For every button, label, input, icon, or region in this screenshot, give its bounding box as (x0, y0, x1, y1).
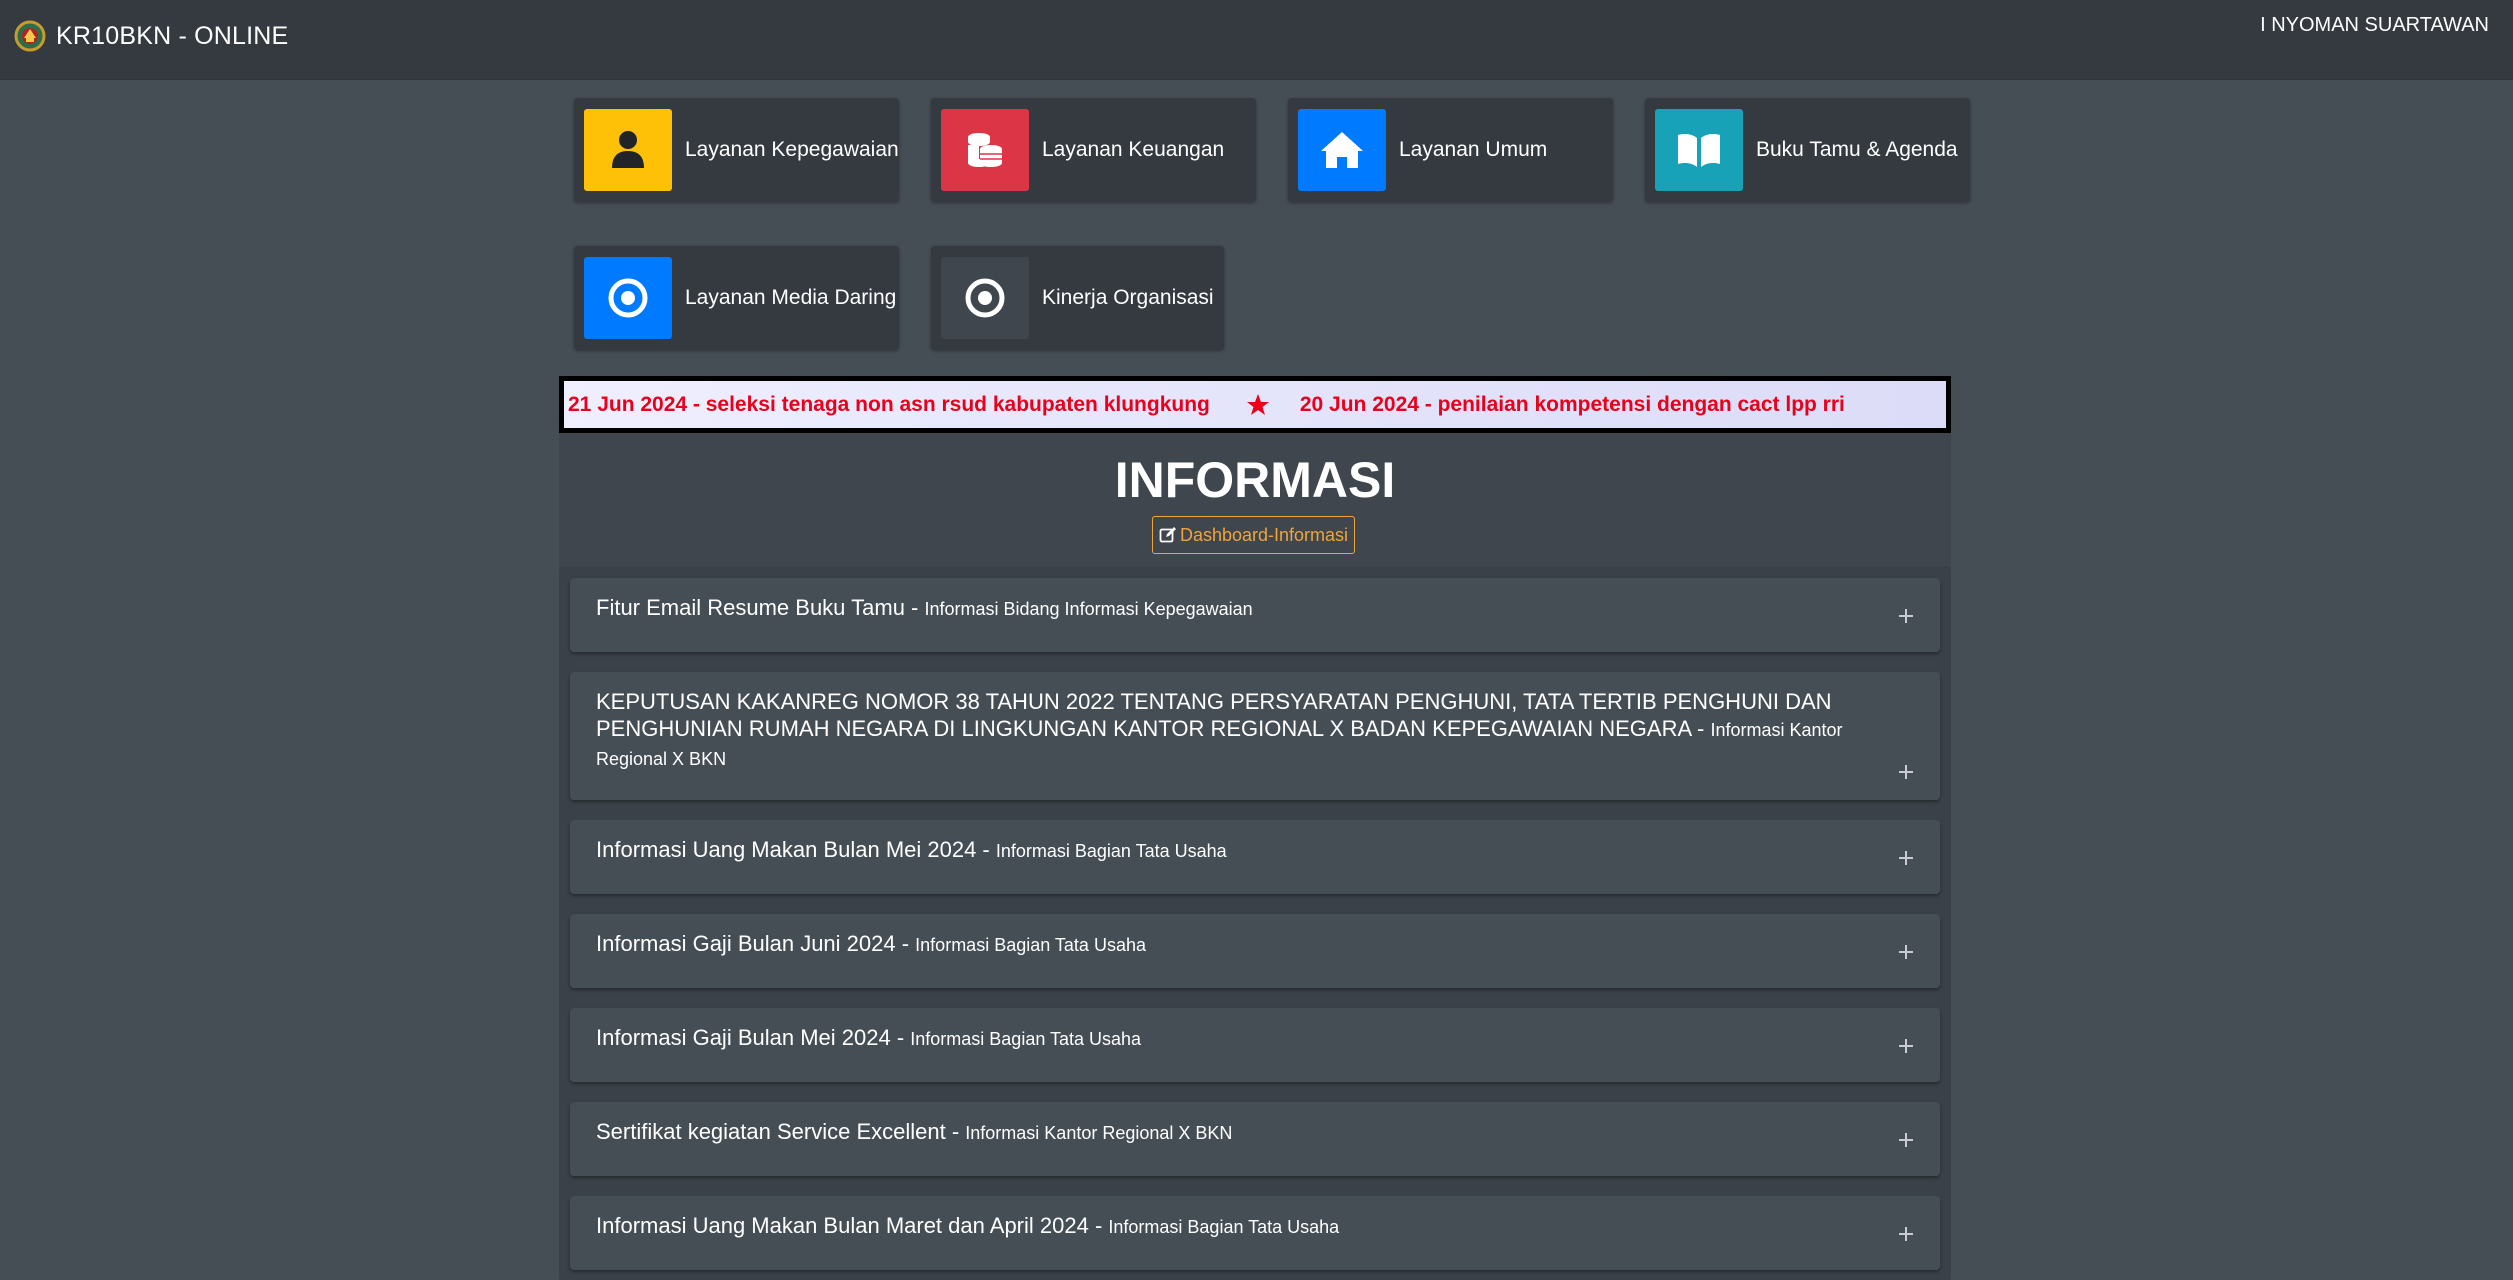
home-icon (1298, 109, 1386, 191)
plus-icon[interactable] (1898, 764, 1914, 780)
accordion-source: Informasi Bagian Tata Usaha (995, 841, 1227, 861)
ticker-item[interactable]: 21 Jun 2024 - seleksi tenaga non asn rsu… (568, 393, 1210, 417)
plus-icon[interactable] (1898, 608, 1914, 624)
section-title: INFORMASI (1114, 452, 1396, 508)
accordion-source: Informasi Bagian Tata Usaha (1108, 1217, 1340, 1237)
tile-label: Kinerja Organisasi (1042, 286, 1214, 309)
user-icon (584, 109, 672, 191)
accordion-title: Informasi Gaji Bulan Mei 2024 - Informas… (596, 1024, 1856, 1053)
dot-circle-icon (584, 257, 672, 339)
accordion-item[interactable]: Informasi Uang Makan Bulan Maret dan Apr… (570, 1196, 1940, 1270)
tile-layanan-kepegawaian[interactable]: Layanan Kepegawaian (574, 98, 899, 202)
brand-link[interactable]: KR10BKN - ONLINE (14, 20, 288, 52)
accordion-title: KEPUTUSAN KAKANREG NOMOR 38 TAHUN 2022 T… (596, 688, 1856, 773)
accordion-item[interactable]: Informasi Gaji Bulan Juni 2024 - Informa… (570, 914, 1940, 988)
star-icon (1246, 393, 1270, 417)
accordion-item[interactable]: KEPUTUSAN KAKANREG NOMOR 38 TAHUN 2022 T… (570, 672, 1940, 800)
tile-layanan-media-daring[interactable]: Layanan Media Daring (574, 246, 899, 350)
dot-circle-icon (941, 257, 1029, 339)
user-menu[interactable]: I NYOMAN SUARTAWAN (2260, 14, 2489, 37)
tile-kinerja-organisasi[interactable]: Kinerja Organisasi (931, 246, 1224, 350)
tile-label: Layanan Keuangan (1042, 138, 1225, 161)
accordion-title: Informasi Uang Makan Bulan Maret dan Apr… (596, 1212, 1856, 1241)
informasi-accordion: Fitur Email Resume Buku Tamu - Informasi… (559, 566, 1951, 1280)
tile-buku-tamu-agenda[interactable]: Buku Tamu & Agenda (1645, 98, 1970, 202)
accordion-item[interactable]: Informasi Uang Makan Bulan Mei 2024 - In… (570, 820, 1940, 894)
news-ticker: 21 Jun 2024 - seleksi tenaga non asn rsu… (559, 376, 1951, 433)
accordion-source: Informasi Bidang Informasi Kepegawaian (924, 599, 1253, 619)
ticker-track: 21 Jun 2024 - seleksi tenaga non asn rsu… (564, 381, 1946, 428)
plus-icon[interactable] (1898, 1132, 1914, 1148)
plus-icon[interactable] (1898, 1226, 1914, 1242)
accordion-title-text: Informasi Uang Makan Bulan Mei 2024 - (596, 837, 996, 862)
accordion-title: Informasi Uang Makan Bulan Mei 2024 - In… (596, 836, 1856, 865)
tile-label: Layanan Umum (1399, 138, 1548, 161)
accordion-source: Informasi Bagian Tata Usaha (915, 935, 1146, 955)
accordion-title-text: Fitur Email Resume Buku Tamu - (596, 595, 925, 620)
plus-icon[interactable] (1898, 944, 1914, 960)
accordion-item[interactable]: Sertifikat kegiatan Service Excellent - … (570, 1102, 1940, 1176)
accordion-item[interactable]: Fitur Email Resume Buku Tamu - Informasi… (570, 578, 1940, 652)
tile-layanan-umum[interactable]: Layanan Umum (1288, 98, 1613, 202)
dashboard-informasi-button[interactable]: Dashboard-Informasi (1152, 516, 1355, 554)
tile-layanan-keuangan[interactable]: Layanan Keuangan (931, 98, 1256, 202)
navbar: KR10BKN - ONLINE I NYOMAN SUARTAWAN (0, 0, 2513, 80)
tile-label: Layanan Media Daring (685, 286, 897, 309)
accordion-source: Informasi Kantor Regional X BKN (965, 1123, 1233, 1143)
accordion-source: Informasi Bagian Tata Usaha (910, 1029, 1142, 1049)
accordion-title: Informasi Gaji Bulan Juni 2024 - Informa… (596, 930, 1856, 959)
informasi-section: INFORMASI Dashboard-Informasi Fitur Emai… (559, 433, 1951, 1280)
dashboard-informasi-label: Dashboard-Informasi (1179, 524, 1349, 545)
book-open-icon (1655, 109, 1743, 191)
plus-icon[interactable] (1898, 850, 1914, 866)
edit-icon (1159, 527, 1176, 543)
accordion-item[interactable]: Informasi Gaji Bulan Mei 2024 - Informas… (570, 1008, 1940, 1082)
plus-icon[interactable] (1898, 1038, 1914, 1054)
accordion-title: Sertifikat kegiatan Service Excellent - … (596, 1118, 1856, 1147)
bkn-logo-icon (14, 20, 46, 52)
accordion-title: Fitur Email Resume Buku Tamu - Informasi… (596, 594, 1856, 623)
accordion-title-text: Informasi Gaji Bulan Juni 2024 - (596, 931, 916, 956)
accordion-title-text: Informasi Uang Makan Bulan Maret dan Apr… (596, 1213, 1109, 1238)
ticker-item[interactable]: 20 Jun 2024 - penilaian kompetensi denga… (1300, 393, 1845, 417)
accordion-title-text: Informasi Gaji Bulan Mei 2024 - (596, 1025, 911, 1050)
brand-title: KR10BKN - ONLINE (56, 21, 289, 50)
coins-icon (941, 109, 1029, 191)
tile-label: Buku Tamu & Agenda (1756, 138, 1958, 161)
accordion-title-text: Sertifikat kegiatan Service Excellent - (596, 1119, 966, 1144)
tile-label: Layanan Kepegawaian (685, 138, 899, 161)
accordion-title-text: KEPUTUSAN KAKANREG NOMOR 38 TAHUN 2022 T… (596, 689, 1832, 741)
